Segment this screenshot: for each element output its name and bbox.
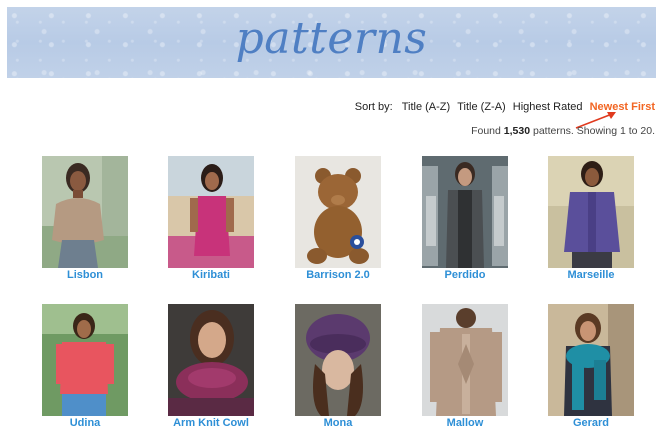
pattern-name[interactable]: Mona [295, 417, 381, 429]
pattern-card-kiribati[interactable]: Kiribati [168, 156, 254, 281]
pattern-photo[interactable] [295, 156, 381, 268]
sort-label: Sort by: [354, 101, 393, 113]
sort-title-z-a[interactable]: Title (Z-A) [457, 101, 505, 113]
pattern-name[interactable]: Udina [42, 417, 128, 429]
pattern-photo[interactable] [168, 156, 254, 268]
pattern-photo[interactable] [42, 156, 128, 268]
pattern-photo[interactable] [422, 156, 508, 268]
results-total: 1,530 [503, 125, 531, 137]
pattern-name[interactable]: Arm Knit Cowl [168, 417, 254, 429]
pattern-name[interactable]: Lisbon [42, 269, 128, 281]
pattern-card-udina[interactable]: Udina [42, 304, 128, 429]
pattern-photo[interactable] [168, 304, 254, 416]
pattern-card-lisbon[interactable]: Lisbon [42, 156, 128, 281]
sort-highest-rated[interactable]: Highest Rated [513, 101, 583, 113]
sort-title-a-z[interactable]: Title (A-Z) [402, 101, 450, 113]
pattern-card-perdido[interactable]: Perdido [422, 156, 508, 281]
page-title: patterns [235, 13, 428, 64]
pattern-name[interactable]: Marseille [548, 269, 634, 281]
pattern-name[interactable]: Mallow [422, 417, 508, 429]
pattern-photo[interactable] [295, 304, 381, 416]
pattern-card-marseille[interactable]: Marseille [548, 156, 634, 281]
pattern-photo[interactable] [548, 304, 634, 416]
header-banner: patterns [7, 7, 656, 78]
pattern-card-arm-knit-cowl[interactable]: Arm Knit Cowl [168, 304, 254, 429]
pattern-name[interactable]: Gerard [548, 417, 634, 429]
results-count: Found 1,530 patterns. Showing 1 to 20. [471, 125, 655, 137]
pattern-card-barrison-2-0[interactable]: Barrison 2.0 [295, 156, 381, 281]
pattern-photo[interactable] [42, 304, 128, 416]
pattern-name[interactable]: Perdido [422, 269, 508, 281]
pattern-card-mallow[interactable]: Mallow [422, 304, 508, 429]
pattern-photo[interactable] [422, 304, 508, 416]
pattern-card-gerard[interactable]: Gerard [548, 304, 634, 429]
pattern-card-mona[interactable]: Mona [295, 304, 381, 429]
pattern-photo[interactable] [548, 156, 634, 268]
pattern-name[interactable]: Barrison 2.0 [295, 269, 381, 281]
pattern-name[interactable]: Kiribati [168, 269, 254, 281]
